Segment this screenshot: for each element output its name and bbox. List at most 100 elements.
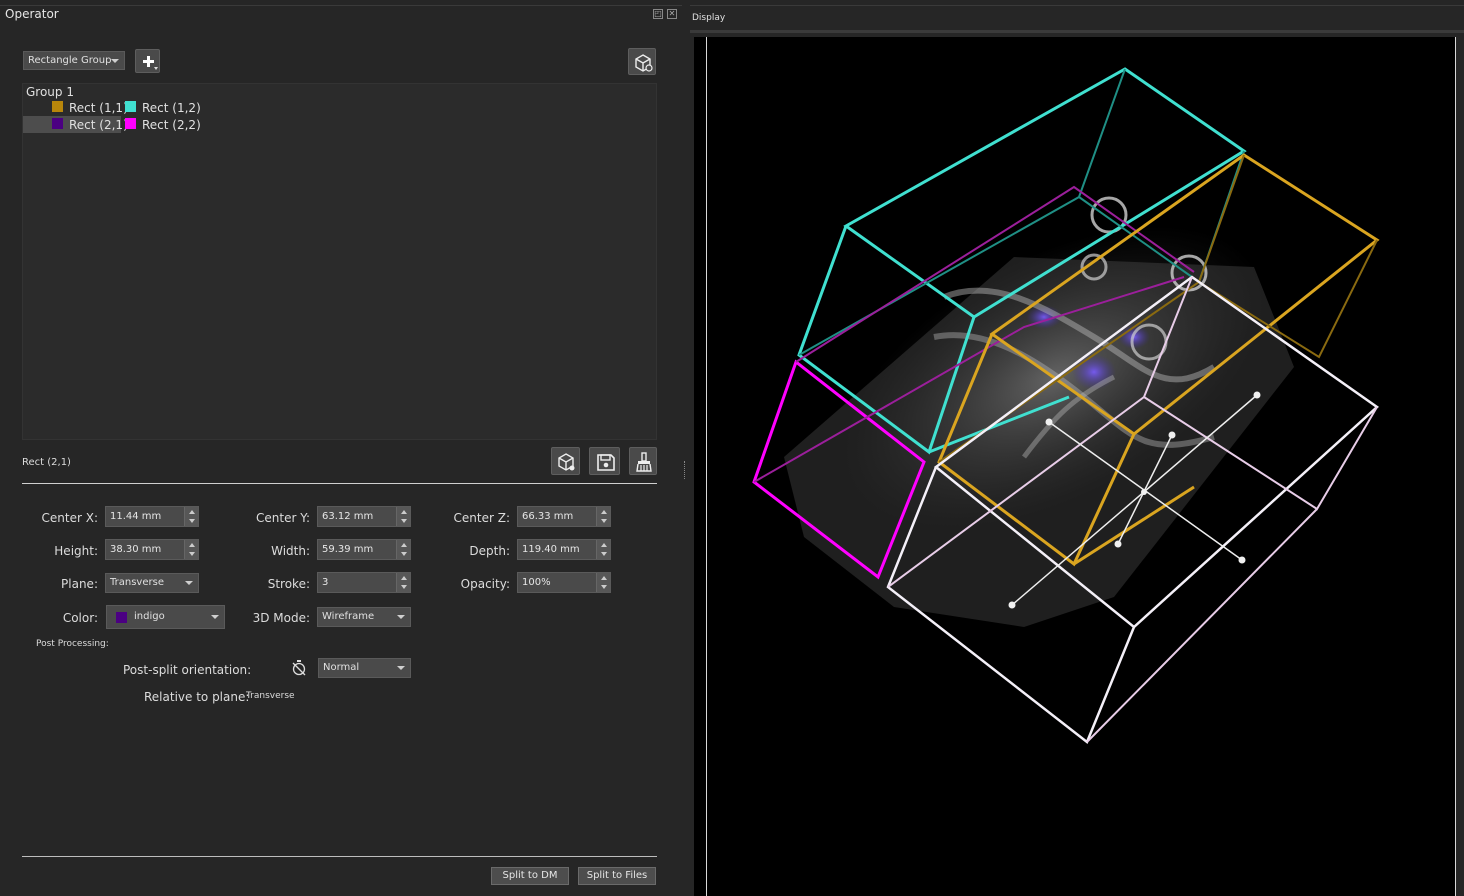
display-top-border <box>690 5 1464 6</box>
height-spinbox[interactable]: 38.30 mm <box>105 539 199 560</box>
color-swatch <box>116 612 127 623</box>
chevron-down-icon <box>111 59 119 63</box>
chevron-up-icon <box>601 543 607 547</box>
float-panel-icon[interactable]: ◰ <box>653 9 663 19</box>
tree-item-rect-2-1[interactable]: Rect (2,1) <box>69 118 128 132</box>
chevron-up-icon <box>189 543 195 547</box>
group-type-value: Rectangle Group <box>28 55 112 66</box>
opacity-value: 100% <box>522 577 551 588</box>
chevron-down-icon <box>601 585 607 589</box>
plane-label: Plane: <box>61 577 98 591</box>
chevron-up-icon <box>401 510 407 514</box>
footer-divider <box>22 856 657 857</box>
clear-rect-button[interactable] <box>629 447 657 475</box>
plus-icon <box>143 56 158 70</box>
rect-tree[interactable] <box>22 83 657 440</box>
chevron-down-icon <box>211 615 219 619</box>
spin-buttons[interactable] <box>596 540 610 559</box>
chevron-down-icon <box>601 519 607 523</box>
height-label: Height: <box>54 544 98 558</box>
post-split-orientation-label: Post-split orientation: <box>123 663 252 677</box>
chevron-down-icon <box>397 666 405 670</box>
post-processing-heading: Post Processing: <box>36 639 109 649</box>
display-header-bar <box>690 30 1464 33</box>
spin-buttons[interactable] <box>396 540 410 559</box>
width-spinbox[interactable]: 59.39 mm <box>317 539 411 560</box>
rect-swatch-1-1 <box>52 101 63 112</box>
spin-buttons[interactable] <box>396 507 410 526</box>
cube-icon <box>558 453 575 471</box>
chevron-down-icon <box>185 581 193 585</box>
stroke-spinbox[interactable]: 3 <box>317 572 411 593</box>
save-rect-button[interactable] <box>589 447 620 475</box>
center-y-label: Center Y: <box>256 511 310 525</box>
cube-icon <box>635 54 653 72</box>
mode3d-value: Wireframe <box>322 611 375 622</box>
color-value: indigo <box>134 611 165 622</box>
orientation-value: Normal <box>323 662 360 673</box>
panel-splitter-handle[interactable] <box>684 461 687 479</box>
chevron-up-icon <box>401 543 407 547</box>
chevron-up-icon <box>189 510 195 514</box>
center-x-label: Center X: <box>41 511 98 525</box>
rect-swatch-1-2 <box>125 101 136 112</box>
panel-top-border <box>0 5 682 6</box>
chevron-down-icon <box>401 585 407 589</box>
split-to-files-button[interactable]: Split to Files <box>578 867 656 885</box>
chevron-down-icon <box>397 615 405 619</box>
center-y-value: 63.12 mm <box>322 511 374 522</box>
center-z-value: 66.33 mm <box>522 511 574 522</box>
section-divider <box>22 483 657 484</box>
tree-item-rect-2-2[interactable]: Rect (2,2) <box>142 118 201 132</box>
center-x-spinbox[interactable]: 11.44 mm <box>105 506 199 527</box>
spin-buttons[interactable] <box>396 573 410 592</box>
chevron-up-icon <box>401 576 407 580</box>
tree-item-rect-1-1[interactable]: Rect (1,1) <box>69 101 128 115</box>
width-value: 59.39 mm <box>322 544 374 555</box>
center-x-value: 11.44 mm <box>110 511 162 522</box>
close-panel-icon[interactable]: ✕ <box>667 9 677 19</box>
opacity-label: Opacity: <box>460 577 510 591</box>
opacity-spinbox[interactable]: 100% <box>517 572 611 593</box>
mode3d-select[interactable]: Wireframe <box>317 607 411 627</box>
stroke-label: Stroke: <box>267 577 310 591</box>
tree-item-rect-1-2[interactable]: Rect (1,2) <box>142 101 201 115</box>
color-select[interactable]: indigo <box>106 605 225 629</box>
chevron-down-icon <box>189 552 195 556</box>
spin-buttons[interactable] <box>184 507 198 526</box>
rect-swatch-2-1 <box>52 118 63 129</box>
spin-buttons[interactable] <box>596 573 610 592</box>
chevron-down-icon <box>401 552 407 556</box>
stroke-value: 3 <box>322 577 329 588</box>
split-to-dm-button[interactable]: Split to DM <box>491 867 569 885</box>
relative-to-plane-label: Relative to plane: <box>144 690 250 704</box>
tree-group-label[interactable]: Group 1 <box>26 85 74 99</box>
post-split-orientation-select[interactable]: Normal <box>318 658 411 678</box>
center-z-spinbox[interactable]: 66.33 mm <box>517 506 611 527</box>
chevron-down-icon <box>401 519 407 523</box>
group-type-select[interactable]: Rectangle Group <box>23 51 125 70</box>
relative-to-plane-value: Transverse <box>246 691 295 701</box>
spin-buttons[interactable] <box>596 507 610 526</box>
broom-icon <box>636 452 652 472</box>
plane-value: Transverse <box>110 577 164 588</box>
width-label: Width: <box>271 544 310 558</box>
spin-buttons[interactable] <box>184 540 198 559</box>
display-title: Display <box>692 13 726 23</box>
rect-cube-button[interactable] <box>551 447 580 475</box>
depth-spinbox[interactable]: 119.40 mm <box>517 539 611 560</box>
add-rectangle-button[interactable] <box>135 49 160 73</box>
chevron-down-icon <box>189 519 195 523</box>
3d-viewport[interactable] <box>694 37 1456 896</box>
center-y-spinbox[interactable]: 63.12 mm <box>317 506 411 527</box>
color-label: Color: <box>62 611 98 625</box>
height-value: 38.30 mm <box>110 544 162 555</box>
chevron-up-icon <box>601 510 607 514</box>
center-z-label: Center Z: <box>453 511 510 525</box>
timer-off-icon[interactable] <box>291 659 307 677</box>
rect-swatch-2-2 <box>125 118 136 129</box>
depth-value: 119.40 mm <box>522 544 580 555</box>
volume-rendering <box>752 67 1380 744</box>
cube-view-button[interactable] <box>628 48 656 75</box>
plane-select[interactable]: Transverse <box>105 573 199 593</box>
